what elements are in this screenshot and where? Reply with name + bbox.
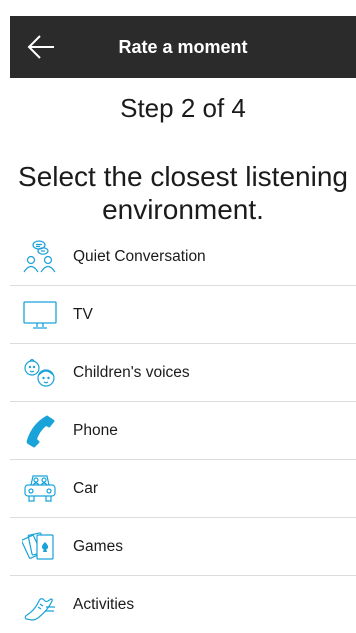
car-icon bbox=[22, 471, 58, 507]
option-activities[interactable]: Activities bbox=[10, 576, 356, 633]
shoe-icon bbox=[22, 587, 58, 623]
environment-list: Quiet Conversation TV Children's voices bbox=[10, 228, 356, 633]
option-label: Quiet Conversation bbox=[73, 247, 206, 265]
option-childrens-voices[interactable]: Children's voices bbox=[10, 344, 356, 402]
question-prompt: Select the closest listening environment… bbox=[18, 161, 348, 225]
back-button[interactable] bbox=[24, 30, 58, 64]
page-title: Rate a moment bbox=[118, 37, 248, 57]
option-label: Activities bbox=[73, 595, 135, 613]
option-tv[interactable]: TV bbox=[10, 286, 356, 344]
option-label: TV bbox=[73, 305, 93, 323]
option-quiet-conversation[interactable]: Quiet Conversation bbox=[10, 228, 356, 286]
option-car[interactable]: Car bbox=[10, 460, 356, 518]
tv-icon bbox=[22, 297, 58, 333]
back-arrow-icon bbox=[27, 35, 54, 59]
step-indicator: Step 2 of 4 bbox=[120, 93, 246, 123]
option-label: Car bbox=[73, 479, 98, 497]
app-bar: Rate a moment bbox=[10, 16, 356, 78]
cards-icon bbox=[22, 529, 58, 565]
option-games[interactable]: Games bbox=[10, 518, 356, 576]
option-label: Children's voices bbox=[73, 363, 190, 381]
conversation-icon bbox=[22, 239, 58, 275]
status-bar-area bbox=[0, 0, 356, 14]
option-phone[interactable]: Phone bbox=[10, 402, 356, 460]
option-label: Phone bbox=[73, 421, 118, 439]
phone-icon bbox=[22, 413, 58, 449]
option-label: Games bbox=[73, 537, 123, 555]
children-icon bbox=[22, 355, 58, 391]
